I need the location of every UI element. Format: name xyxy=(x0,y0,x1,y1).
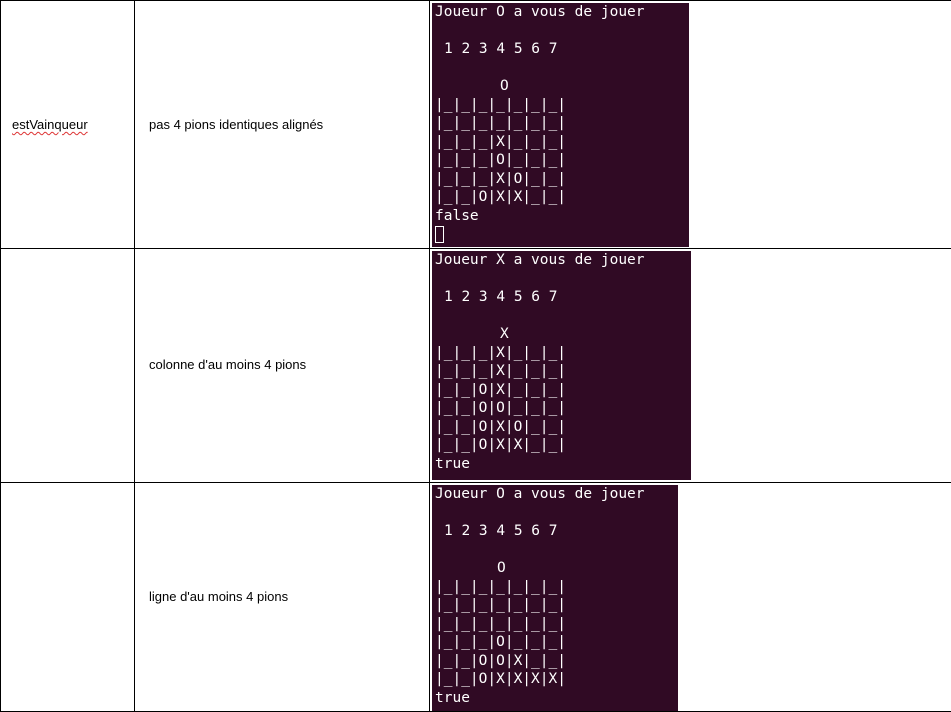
terminal-2-column-numbers: 1 2 3 4 5 6 7 xyxy=(444,289,558,305)
table-border-col1 xyxy=(134,0,135,712)
row-2-description: colonne d'au moins 4 pions xyxy=(149,357,307,372)
terminal-3-board-row: |_|_|_|O|_|_|_| xyxy=(435,634,566,650)
row-1-description: pas 4 pions identiques alignés xyxy=(149,117,324,132)
terminal-2-board-row: |_|_|O|O|_|_|_| xyxy=(435,400,566,416)
terminal-3-header: Joueur O a vous de jouer xyxy=(435,486,645,502)
terminal-3-board-row: |_|_|_|_|_|_|_| xyxy=(435,578,566,595)
terminal-2-board-row: |_|_|O|X|O|_|_| xyxy=(435,418,566,435)
terminal-2-board-row: |_|_|_|X|_|_|_| xyxy=(435,363,566,379)
terminal-cursor xyxy=(435,226,444,243)
table-border-row1 xyxy=(0,248,951,249)
terminal-1-token: O xyxy=(500,78,509,94)
table-border-col2 xyxy=(429,0,430,712)
terminal-1-result: false xyxy=(435,207,479,224)
terminal-screenshot-1: Joueur O a vous de jouer 1 2 3 4 5 6 7 O… xyxy=(432,3,689,247)
terminal-1-column-numbers: 1 2 3 4 5 6 7 xyxy=(444,41,558,57)
terminal-2-board-row: |_|_|_|X|_|_|_| xyxy=(435,344,566,361)
terminal-1-board-row: |_|_|_|X|_|_|_| xyxy=(435,133,566,150)
row-3-description: ligne d'au moins 4 pions xyxy=(149,589,289,604)
terminal-3-board-row: |_|_|_|_|_|_|_| xyxy=(435,597,566,613)
terminal-3-column-numbers: 1 2 3 4 5 6 7 xyxy=(444,523,558,539)
terminal-3-board-row: |_|_|O|X|X|X|X| xyxy=(435,671,566,687)
terminal-2-token: X xyxy=(500,326,509,342)
terminal-1-board-row: |_|_|_|_|_|_|_| xyxy=(435,96,566,113)
function-name: estVainqueur xyxy=(12,117,88,132)
terminal-2-board-row: |_|_|O|X|_|_|_| xyxy=(435,381,566,398)
terminal-1-board-row: |_|_|O|X|X|_|_| xyxy=(435,189,566,205)
terminal-3-board-row: |_|_|O|O|X|_|_| xyxy=(435,652,566,669)
terminal-1-board-row: |_|_|_|_|_|_|_| xyxy=(435,115,566,131)
table-border-row2 xyxy=(0,482,951,483)
terminal-3-token: O xyxy=(497,560,506,576)
terminal-2-header: Joueur X a vous de jouer xyxy=(435,252,645,268)
terminal-screenshot-2: Joueur X a vous de jouer 1 2 3 4 5 6 7 X… xyxy=(432,251,691,480)
terminal-2-result: true xyxy=(435,455,470,472)
terminal-1-header: Joueur O a vous de jouer xyxy=(435,4,645,20)
terminal-3-result: true xyxy=(435,689,470,706)
terminal-1-board-row: |_|_|_|X|O|_|_| xyxy=(435,170,566,187)
table-border-left xyxy=(0,0,1,712)
table-border-top xyxy=(0,0,951,1)
terminal-screenshot-3: Joueur O a vous de jouer 1 2 3 4 5 6 7 O… xyxy=(432,485,678,711)
terminal-2-board-row: |_|_|O|X|X|_|_| xyxy=(435,437,566,453)
terminal-3-board-row: |_|_|_|_|_|_|_| xyxy=(435,615,566,632)
terminal-1-board-row: |_|_|_|O|_|_|_| xyxy=(435,152,566,168)
